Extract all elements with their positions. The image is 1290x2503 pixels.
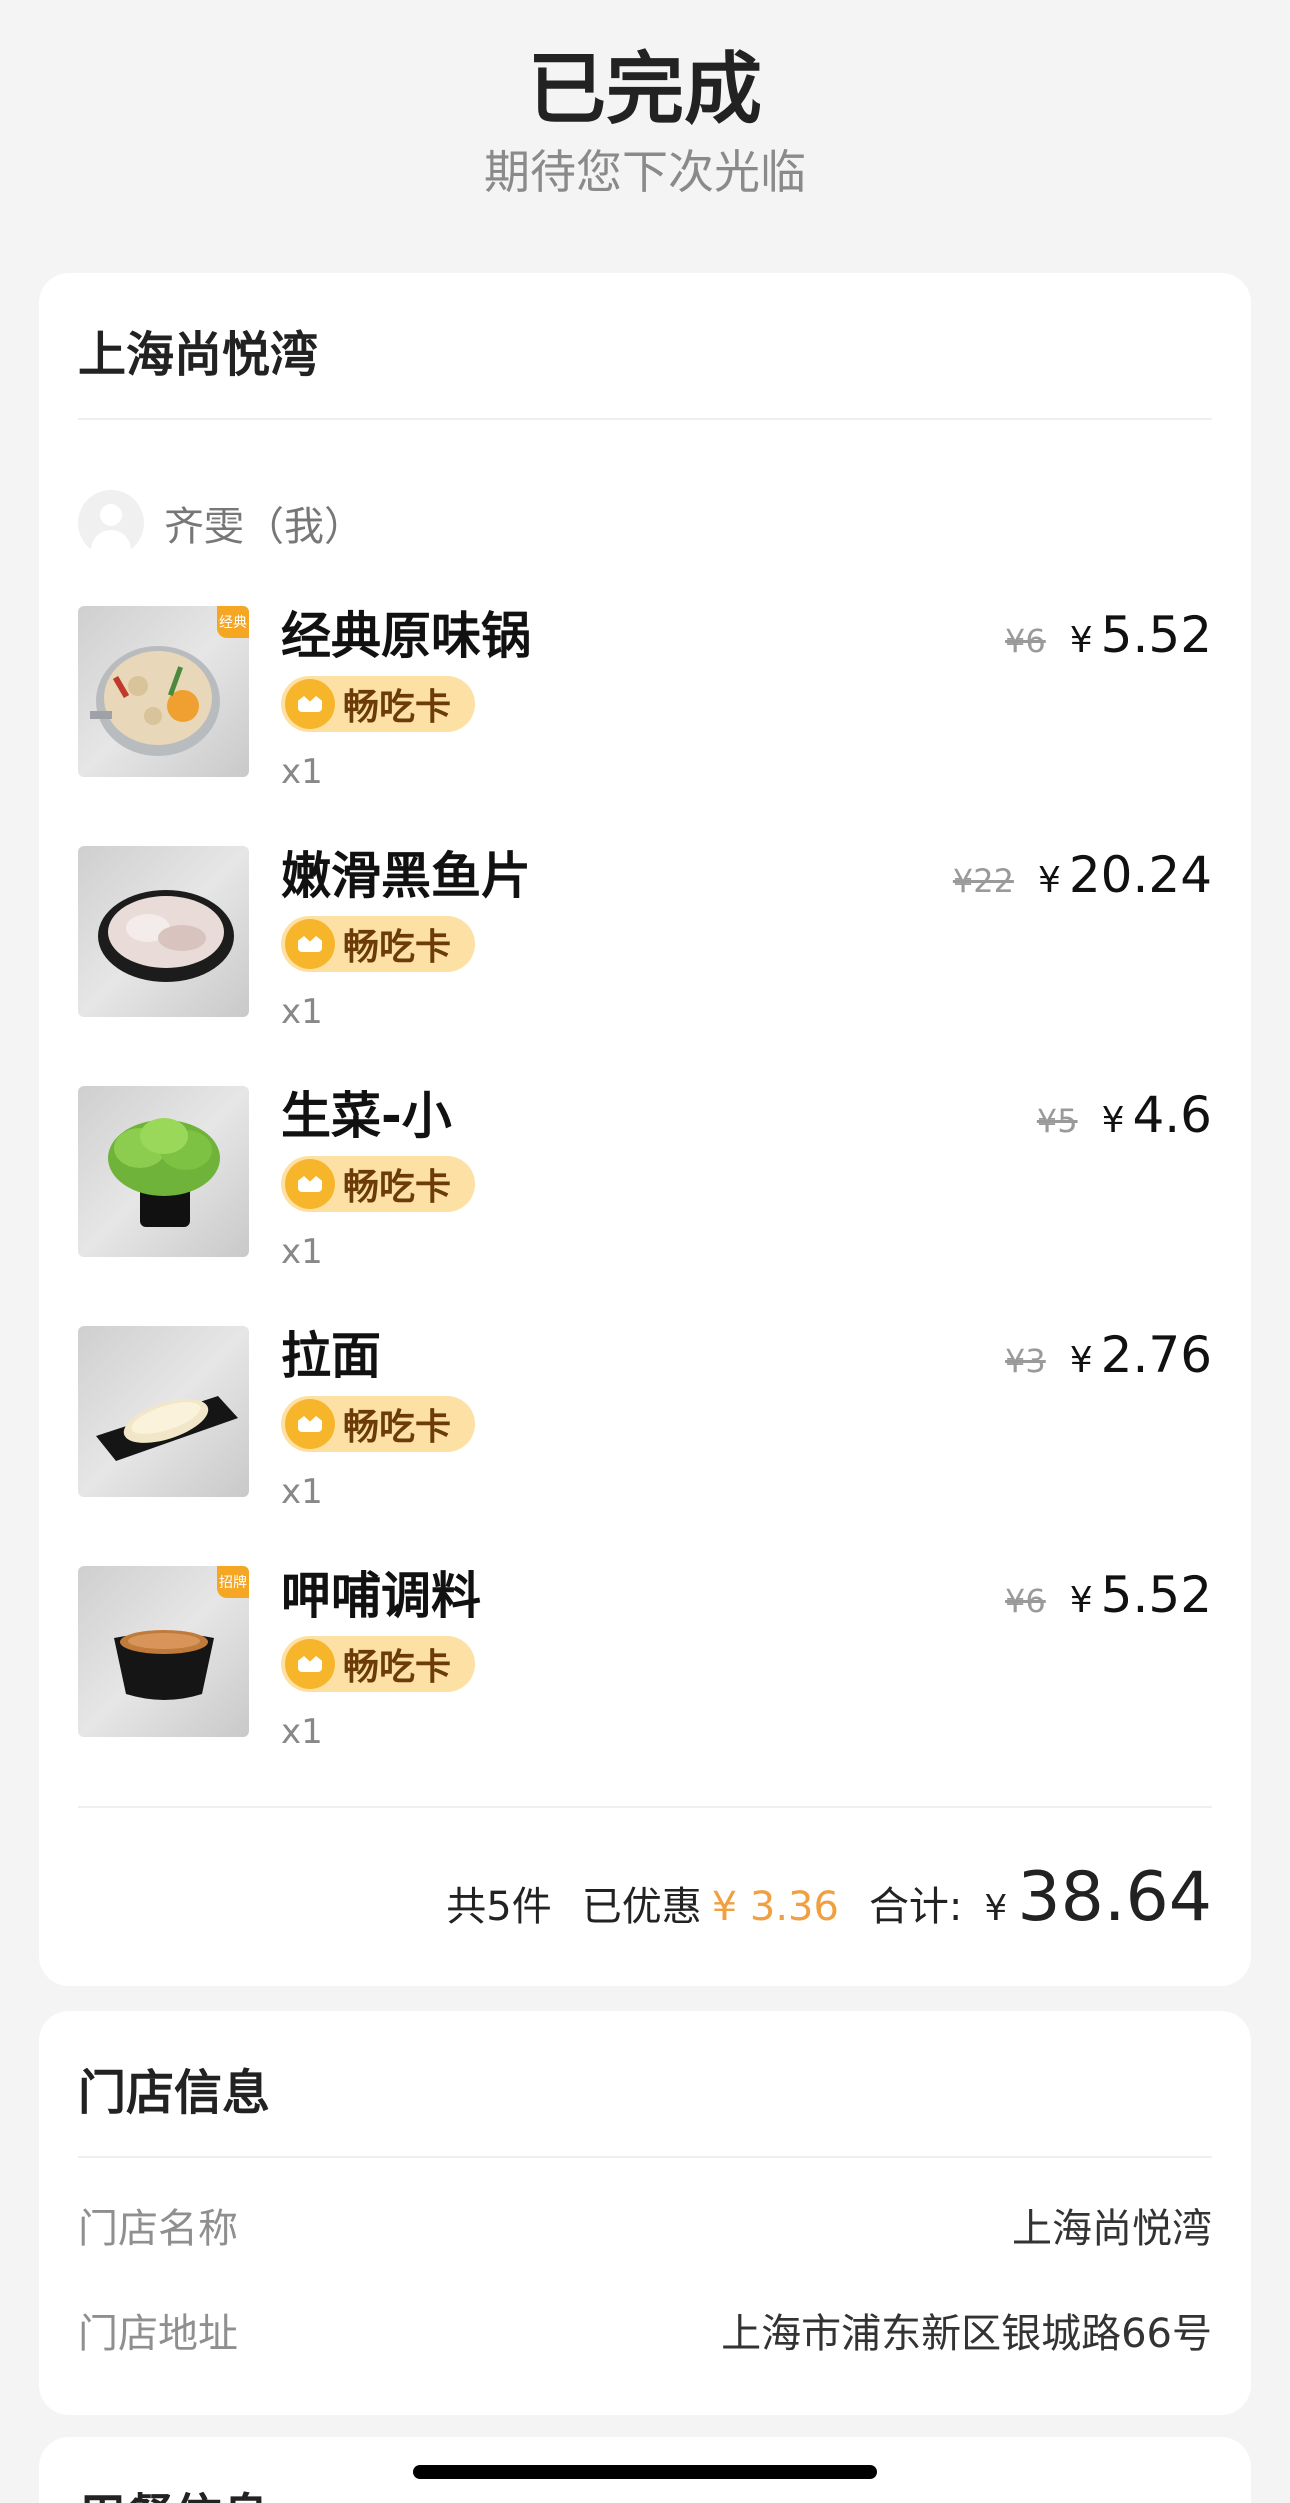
item-quantity: x1 <box>281 1472 323 1512</box>
total-amount: 38.64 <box>1017 1858 1212 1937</box>
item-tag: 经典 <box>217 606 249 638</box>
price-value: 4.6 <box>1132 1086 1212 1144</box>
currency-symbol: ¥ <box>1069 1580 1093 1621</box>
original-price: ¥3 <box>1005 1342 1046 1380</box>
discount-amount: ¥ 3.36 <box>711 1884 839 1930</box>
badge-label: 畅吃卡 <box>343 927 452 968</box>
item-quantity: x1 <box>281 1232 323 1272</box>
order-item[interactable]: 经典 经典原味锅 畅吃卡 x1 ¥6 ¥5.52 <box>78 606 1212 792</box>
item-quantity: x1 <box>281 992 323 1032</box>
store-info-title: 门店信息 <box>78 2065 271 2121</box>
order-status-subtitle: 期待您下次光临 <box>484 145 806 199</box>
currency-symbol: ¥ <box>1037 860 1061 901</box>
currency-symbol: ¥ <box>1069 620 1093 661</box>
item-image <box>78 846 249 1017</box>
original-price: ¥5 <box>1036 1102 1078 1140</box>
divider <box>78 1806 1212 1808</box>
current-price: ¥5.52 <box>1070 606 1212 664</box>
store-name-row: 门店名称 上海尚悦湾 <box>78 2196 1212 2256</box>
current-price: ¥5.52 <box>1070 1566 1212 1624</box>
crown-icon <box>285 679 335 729</box>
original-price: ¥6 <box>1005 1582 1046 1620</box>
order-status-title: 已完成 <box>527 45 762 135</box>
store-address-value[interactable]: 上海市浦东新区银城路66号 <box>721 2301 1212 2359</box>
store-address-row[interactable]: 门店地址 上海市浦东新区银城路66号 <box>78 2301 1212 2361</box>
item-image <box>78 1326 249 1497</box>
original-price: ¥6 <box>1005 622 1046 660</box>
item-image <box>78 1086 249 1257</box>
item-name: 经典原味锅 <box>281 607 531 665</box>
dining-info-title: 用餐信息 <box>78 2477 270 2503</box>
diner-row: 齐雯（我） <box>78 489 364 557</box>
badge-label: 畅吃卡 <box>343 687 452 728</box>
currency-symbol: ¥ <box>1101 1100 1125 1141</box>
item-count: 共5件 <box>446 1884 552 1930</box>
unlimited-card-badge: 畅吃卡 <box>281 916 475 972</box>
current-price: ¥2.76 <box>1070 1326 1212 1384</box>
price-value: 5.52 <box>1100 1566 1212 1624</box>
crown-icon <box>285 1639 335 1689</box>
unlimited-card-badge: 畅吃卡 <box>281 1636 475 1692</box>
badge-label: 畅吃卡 <box>343 1407 452 1448</box>
price-row: ¥6 ¥5.52 <box>1005 606 1212 664</box>
item-name: 生菜-小 <box>281 1087 452 1145</box>
crown-icon <box>285 1399 335 1449</box>
current-price: ¥20.24 <box>1038 846 1212 904</box>
price-row: ¥6 ¥5.52 <box>1005 1566 1212 1624</box>
store-name-title: 上海尚悦湾 <box>78 327 319 383</box>
order-summary: 共5件 已优惠 ¥ 3.36 合计: ¥ 38.64 <box>446 1858 1212 1937</box>
price-row: ¥22 ¥20.24 <box>953 846 1212 904</box>
price-row: ¥3 ¥2.76 <box>1005 1326 1212 1384</box>
item-quantity: x1 <box>281 752 323 792</box>
price-value: 20.24 <box>1068 846 1212 904</box>
avatar <box>78 490 144 556</box>
currency-symbol: ¥ <box>1069 1340 1093 1381</box>
price-value: 5.52 <box>1100 606 1212 664</box>
order-item[interactable]: 嫩滑黑鱼片 畅吃卡 x1 ¥22 ¥20.24 <box>78 846 1212 1032</box>
price-value: 2.76 <box>1100 1326 1212 1384</box>
store-name-value: 上海尚悦湾 <box>1012 2206 1212 2252</box>
badge-label: 畅吃卡 <box>343 1647 452 1688</box>
order-card: 上海尚悦湾 齐雯（我） 经典 经典原味锅 畅吃卡 x1 ¥6 ¥ 5.52 嫩滑… <box>39 273 1251 1986</box>
unlimited-card-badge: 畅吃卡 <box>281 676 475 732</box>
home-indicator[interactable] <box>413 2465 877 2479</box>
original-price: ¥22 <box>952 862 1014 900</box>
badge-label: 畅吃卡 <box>343 1167 452 1208</box>
store-name-label: 门店名称 <box>78 2206 238 2252</box>
unlimited-card-badge: 畅吃卡 <box>281 1396 475 1452</box>
discount-label: 已优惠 <box>581 1884 702 1930</box>
store-info-card: 门店信息 门店名称 上海尚悦湾 门店地址 上海市浦东新区银城路66号 <box>39 2011 1251 2415</box>
order-item[interactable]: 拉面 畅吃卡 x1 ¥3 ¥2.76 <box>78 1326 1212 1512</box>
crown-icon <box>285 919 335 969</box>
order-status-header: 已完成 期待您下次光临 <box>0 40 1290 202</box>
item-quantity: x1 <box>281 1712 323 1752</box>
divider <box>78 418 1212 420</box>
currency-symbol: ¥ <box>984 1888 1008 1929</box>
item-name: 嫩滑黑鱼片 <box>281 847 531 905</box>
current-price: ¥4.6 <box>1102 1086 1212 1144</box>
order-item[interactable]: 生菜-小 畅吃卡 x1 ¥5 ¥4.6 <box>78 1086 1212 1272</box>
item-name: 呷哺调料 <box>281 1567 481 1625</box>
store-address-label: 门店地址 <box>78 2311 238 2357</box>
item-image: 招牌 <box>78 1566 249 1737</box>
price-row: ¥5 ¥4.6 <box>1037 1086 1212 1144</box>
diner-name: 齐雯（我） <box>164 504 364 550</box>
crown-icon <box>285 1159 335 1209</box>
total-label: 合计: <box>868 1884 963 1930</box>
unlimited-card-badge: 畅吃卡 <box>281 1156 475 1212</box>
divider <box>78 2156 1212 2158</box>
item-name: 拉面 <box>281 1327 381 1385</box>
order-item[interactable]: 招牌 呷哺调料 畅吃卡 x1 ¥6 ¥5.52 <box>78 1566 1212 1752</box>
item-image: 经典 <box>78 606 249 777</box>
order-detail-page: 已完成 期待您下次光临 上海尚悦湾 齐雯（我） 经典 经典原味锅 畅吃卡 x1 … <box>0 0 1290 2503</box>
item-tag: 招牌 <box>217 1566 249 1598</box>
